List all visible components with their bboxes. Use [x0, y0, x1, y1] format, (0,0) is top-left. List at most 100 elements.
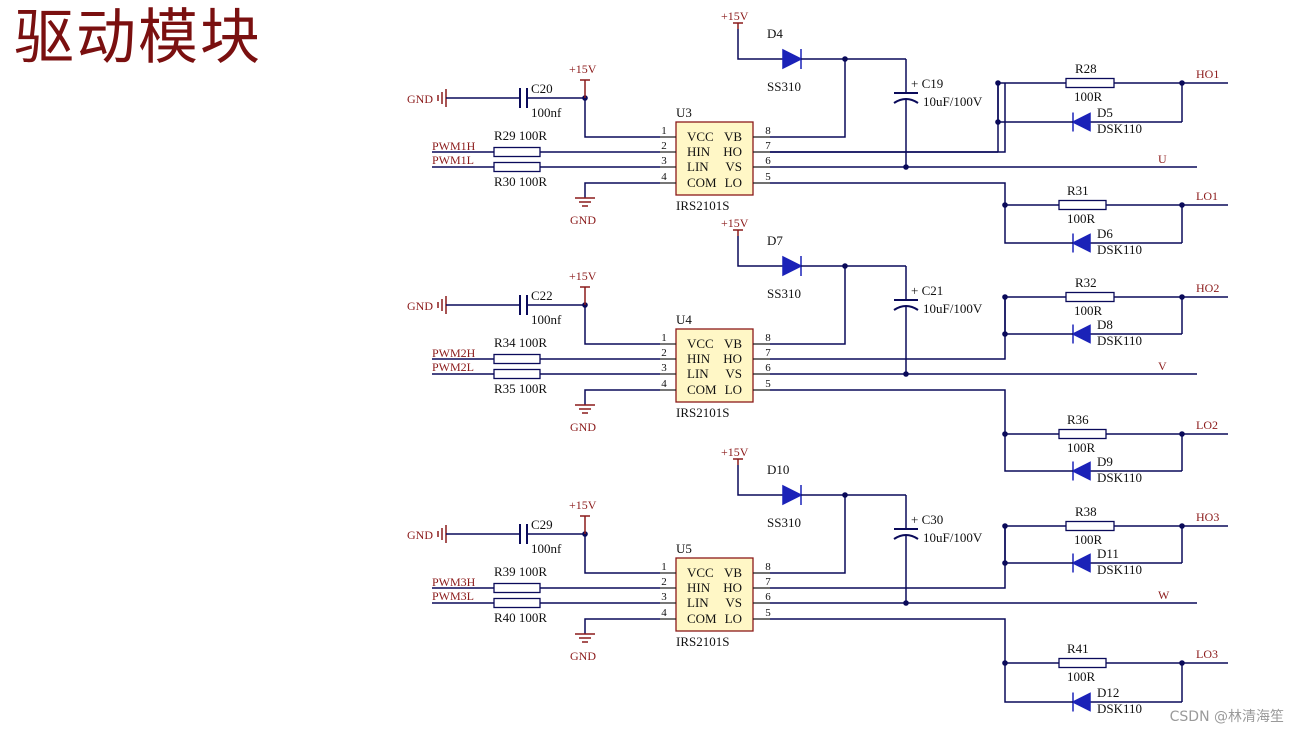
- r-lo-value: 100R: [1067, 440, 1096, 455]
- cap-boot-value: 10uF/100V: [923, 94, 983, 109]
- r-in-h-label: R39 100R: [494, 564, 547, 579]
- diode-D7: [782, 255, 803, 277]
- ho-net: HO2: [1196, 281, 1219, 295]
- pin-name: VCC: [687, 129, 714, 144]
- cap-in-value: 100nf: [531, 541, 562, 556]
- lo-net: LO1: [1196, 189, 1218, 203]
- d-lo-ref: D6: [1097, 226, 1113, 241]
- watermark: CSDN @林清海笙: [1169, 709, 1284, 725]
- resistor-R31: [1058, 199, 1107, 211]
- d-lo-ref: D12: [1097, 685, 1119, 700]
- boot-diode-part: SS310: [767, 515, 801, 530]
- diode-D6: [1071, 233, 1091, 253]
- pwm-l-net: PWM1L: [432, 153, 474, 167]
- cap-in-value: 100nf: [531, 312, 562, 327]
- pin-number: 7: [765, 576, 771, 588]
- d-ho-ref: D8: [1097, 317, 1113, 332]
- resistor-R36: [1058, 428, 1107, 440]
- gnd-label: GND: [407, 528, 433, 542]
- boot-diode-part: SS310: [767, 79, 801, 94]
- supply-label: +15V: [569, 62, 597, 76]
- cap-boot-value: 10uF/100V: [923, 530, 983, 545]
- ic-ref: U4: [676, 312, 692, 327]
- supply-label: +15V: [721, 445, 749, 459]
- resistor-R29: [493, 146, 541, 158]
- pin-name: HIN: [687, 144, 711, 159]
- diode-D10: [782, 484, 803, 506]
- lo-net: LO2: [1196, 418, 1218, 432]
- diode-D8: [1071, 324, 1091, 344]
- r-in-l-label: R30 100R: [494, 174, 547, 189]
- boot-diode-ref: D7: [767, 233, 783, 248]
- ho-net: HO3: [1196, 510, 1219, 524]
- cap-in-ref: C20: [531, 81, 553, 96]
- pin-number: 2: [661, 347, 667, 359]
- resistor-R41: [1058, 657, 1107, 669]
- resistor-R40: [493, 597, 541, 609]
- r-lo-ref: R31: [1067, 183, 1089, 198]
- gnd-label: GND: [407, 299, 433, 313]
- ic-part: IRS2101S: [676, 405, 729, 420]
- pin-number: 3: [661, 591, 667, 603]
- pwm-h-net: PWM1H: [432, 139, 476, 153]
- driver-stage-1: GND C20 100nf +15V PWM1HPWM1L R29 100R R30 100…: [407, 9, 1228, 257]
- pin-number: 3: [661, 362, 667, 374]
- r-ho-ref: R28: [1075, 61, 1097, 76]
- pin-number: 1: [661, 125, 667, 137]
- junction-dot: [995, 119, 1001, 125]
- pin-name: VCC: [687, 565, 714, 580]
- wire: [1004, 205, 1073, 244]
- vb-wire: [770, 266, 846, 345]
- com-wire: [584, 389, 660, 405]
- d-ho-ref: D11: [1097, 546, 1119, 561]
- d-ho-ref: D5: [1097, 105, 1113, 120]
- r-lo-value: 100R: [1067, 669, 1096, 684]
- pin-number: 6: [765, 591, 771, 603]
- phase-net: U: [1158, 152, 1167, 166]
- r-lo-ref: R36: [1067, 412, 1089, 427]
- lo-wire: [770, 618, 1006, 663]
- pin-name: HO: [723, 580, 742, 595]
- d-lo-part: DSK110: [1097, 701, 1142, 716]
- d-lo-part: DSK110: [1097, 470, 1142, 485]
- vcc-wire: [584, 305, 660, 345]
- d-lo-part: DSK110: [1097, 242, 1142, 257]
- gnd-label: GND: [407, 92, 433, 106]
- vb-wire: [770, 59, 846, 138]
- com-wire: [584, 182, 660, 198]
- pin-name: LIN: [687, 366, 709, 381]
- junction-dot: [1002, 331, 1008, 337]
- pin-number: 4: [661, 607, 667, 619]
- gnd-label: GND: [570, 420, 596, 434]
- wire: [1004, 434, 1073, 472]
- pwm-l-net: PWM3L: [432, 589, 474, 603]
- supply-label: +15V: [721, 216, 749, 230]
- boot-diode-ref: D10: [767, 462, 789, 477]
- r-ho-ref: R38: [1075, 504, 1097, 519]
- wire: [997, 83, 1073, 123]
- pin-number: 5: [765, 171, 771, 183]
- vcc-wire: [584, 98, 660, 138]
- schematic-diagram: GND C20 100nf +15V PWM1HPWM1L R29 100R R30 100…: [407, 9, 1228, 716]
- d-ho-part: DSK110: [1097, 562, 1142, 577]
- resistor-R28: [1065, 77, 1115, 89]
- r-ho-ref: R32: [1075, 275, 1097, 290]
- pin-name: HO: [723, 144, 742, 159]
- resistor-R32: [1065, 291, 1115, 303]
- r-in-h-label: R34 100R: [494, 335, 547, 350]
- pwm-h-net: PWM3H: [432, 575, 476, 589]
- pin-name: VCC: [687, 336, 714, 351]
- pin-name: VS: [725, 595, 742, 610]
- r-in-l-label: R40 100R: [494, 610, 547, 625]
- lo-wire: [770, 182, 1006, 205]
- ho-net: HO1: [1196, 67, 1219, 81]
- cap-in-ref: C22: [531, 288, 553, 303]
- wire: [1004, 526, 1073, 564]
- ic-part: IRS2101S: [676, 198, 729, 213]
- diode-D11: [1071, 553, 1091, 573]
- cap-boot-ref: + C19: [911, 76, 943, 91]
- pin-name: VB: [724, 129, 742, 144]
- d-ho-part: DSK110: [1097, 333, 1142, 348]
- r-ho-value: 100R: [1074, 303, 1103, 318]
- cap-in-ref: C29: [531, 517, 553, 532]
